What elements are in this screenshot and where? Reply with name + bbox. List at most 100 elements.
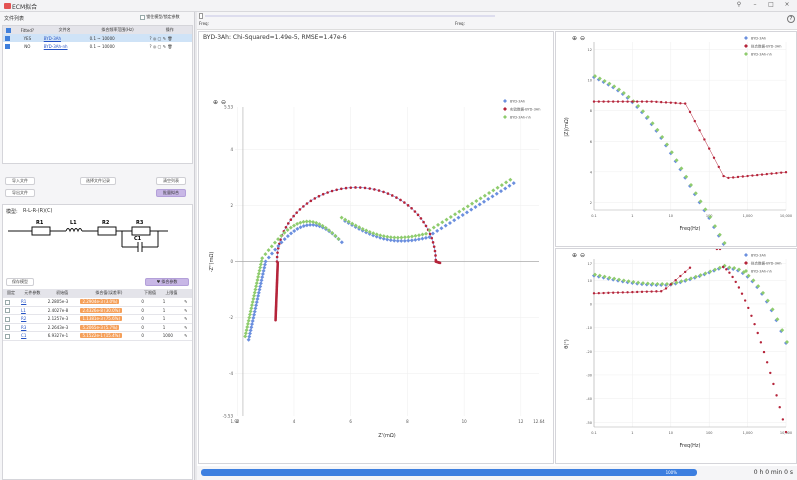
bode-phase-chart[interactable]: ⊕⊖0.11101001,00010,00017100-10-20-30-40-… bbox=[556, 249, 797, 465]
param-upper[interactable]: 1 bbox=[160, 323, 183, 332]
param-initial[interactable]: 6.9327e-1 bbox=[45, 331, 79, 341]
param-upper[interactable]: 1000 bbox=[160, 331, 183, 341]
param-initial[interactable]: 2.2805e-3 bbox=[45, 297, 79, 307]
param-lower[interactable]: 0 bbox=[139, 306, 161, 315]
zoom-in-icon[interactable]: ⊕ bbox=[572, 35, 577, 42]
copy-icon[interactable]: ▢ bbox=[158, 36, 162, 41]
series-point-byd-3ah-nh bbox=[243, 331, 248, 336]
fix-checkbox[interactable] bbox=[5, 325, 10, 330]
x-tick-label: 0.1 bbox=[591, 431, 597, 435]
range-slider-handle[interactable] bbox=[199, 13, 203, 19]
freq-max[interactable]: 10000 bbox=[102, 44, 115, 49]
edit-icon[interactable]: ✎ bbox=[182, 323, 192, 332]
param-name[interactable]: R1 bbox=[19, 297, 46, 307]
freq-min[interactable]: 0.1 bbox=[90, 36, 96, 41]
param-upper[interactable]: 1 bbox=[160, 306, 183, 315]
lock-option[interactable]: 锁住模型/锁定参数 bbox=[140, 14, 180, 20]
help-icon[interactable]: ? bbox=[149, 44, 151, 49]
param-lower[interactable]: 0 bbox=[139, 323, 161, 332]
file-name-link[interactable]: BYD-3Ah-nh bbox=[42, 42, 88, 50]
copy-icon[interactable]: ▢ bbox=[158, 44, 162, 49]
range-slider-track[interactable] bbox=[205, 15, 495, 17]
r3-resistor[interactable] bbox=[131, 226, 151, 236]
series-point-byd-3ah-nh bbox=[311, 219, 316, 224]
edit-icon[interactable]: ✎ bbox=[182, 306, 192, 315]
file-name-link[interactable]: BYD-3Ah bbox=[41, 34, 88, 42]
pin-icon[interactable]: ⚲ bbox=[734, 1, 744, 8]
param-initial[interactable]: 2.1257e-3 bbox=[45, 314, 79, 324]
edit-icon[interactable]: ✎ bbox=[182, 297, 192, 307]
param-initial[interactable]: 2.4027e-8 bbox=[45, 306, 79, 315]
fit-params-button[interactable]: ♥ 拟合参数 bbox=[145, 278, 189, 286]
file-checkbox[interactable] bbox=[5, 35, 10, 41]
param-lower[interactable]: 0 bbox=[139, 297, 161, 307]
param-lower[interactable]: 0 bbox=[139, 314, 161, 324]
param-lower[interactable]: 0 bbox=[139, 331, 161, 341]
series-point-byd-3ah-nh bbox=[255, 278, 260, 283]
zoom-in-icon[interactable]: ⊕ bbox=[213, 99, 218, 106]
fix-checkbox[interactable] bbox=[5, 316, 10, 322]
fix-checkbox[interactable] bbox=[5, 299, 10, 305]
delete-icon[interactable]: 🗑 bbox=[167, 36, 172, 41]
edit-icon[interactable]: ✎ bbox=[163, 36, 166, 41]
fitted-point bbox=[660, 290, 663, 293]
bode-magnitude-chart[interactable]: ⊕ ⊖0.1 1 10 100 1,000 10,00012108642Freq(Hz)|Z… bbox=[556, 32, 797, 248]
nyquist-chart[interactable]: ⊕ ⊖1.922 4 6 8 10 12 12.645.53420-2-4-5.53Z'(mΩ… bbox=[199, 32, 555, 465]
clear-list-button[interactable]: 清空列表 bbox=[156, 177, 186, 185]
param-initial[interactable]: 2.2643e-3 bbox=[45, 323, 79, 332]
freq-min[interactable]: 0.1 bbox=[90, 44, 96, 49]
param-name[interactable]: R2 bbox=[19, 314, 46, 324]
series-point-byd-3ah-nh bbox=[260, 256, 265, 261]
fitted-point bbox=[616, 100, 620, 103]
batch-fit-button[interactable]: 批量拟合 bbox=[156, 189, 186, 197]
maximize-button[interactable]: □ bbox=[766, 1, 776, 8]
edit-icon[interactable]: ✎ bbox=[163, 44, 166, 49]
l1-inductor[interactable] bbox=[65, 228, 83, 233]
freq-max[interactable]: 10000 bbox=[102, 36, 115, 41]
view-icon[interactable]: ◎ bbox=[153, 36, 157, 41]
minimize-button[interactable]: – bbox=[750, 1, 760, 8]
select-all-checkbox[interactable] bbox=[5, 27, 11, 33]
edit-icon[interactable]: ✎ bbox=[182, 314, 192, 324]
param-upper[interactable]: 1 bbox=[160, 314, 183, 324]
zoom-in-icon[interactable]: ⊕ bbox=[572, 252, 577, 259]
zoom-out-icon[interactable]: ⊖ bbox=[580, 252, 585, 259]
file-row[interactable]: YES BYD-3Ah 0.1 ~ 10000 ? ◎ ▢ ✎ 🗑 bbox=[3, 34, 192, 42]
r1-resistor[interactable] bbox=[31, 226, 51, 236]
file-row[interactable]: NO BYD-3Ah-nh 0.1 ~ 10000 ? ◎ ▢ ✎ 🗑 bbox=[3, 42, 192, 50]
param-name[interactable]: L1 bbox=[19, 306, 46, 315]
series-point-byd-3ah bbox=[295, 226, 300, 231]
r2-resistor[interactable] bbox=[97, 226, 117, 236]
col-element: 元件参数 bbox=[19, 289, 46, 298]
help-button[interactable]: ? bbox=[787, 15, 795, 23]
edit-icon[interactable]: ✎ bbox=[182, 331, 192, 341]
export-file-button[interactable]: 导出文件 bbox=[5, 189, 35, 197]
fix-checkbox[interactable] bbox=[5, 333, 10, 339]
select-history-button[interactable]: 选择文件记录 bbox=[80, 177, 116, 185]
view-icon[interactable]: ◎ bbox=[153, 44, 157, 49]
series-point-byd-3ah-nh bbox=[288, 225, 293, 230]
zoom-out-icon[interactable]: ⊖ bbox=[580, 35, 585, 42]
series-point-byd-3ah-nh bbox=[256, 271, 261, 276]
close-button[interactable]: × bbox=[782, 1, 792, 8]
series-point-byd-3ah bbox=[254, 300, 259, 305]
series-point-byd-3ah bbox=[430, 231, 435, 236]
param-row: C1 6.9327e-1 5.1522e-1 (15.4%) 0 1000 ✎ bbox=[3, 331, 192, 341]
delete-icon[interactable]: 🗑 bbox=[167, 44, 172, 49]
save-model-button[interactable]: 保存模型 bbox=[6, 278, 34, 286]
param-upper[interactable]: 1 bbox=[160, 297, 183, 307]
fix-checkbox[interactable] bbox=[5, 308, 10, 313]
series-point-byd-3ah-nh bbox=[378, 233, 383, 238]
series-point-byd-3ah bbox=[416, 237, 421, 242]
lock-checkbox[interactable] bbox=[140, 14, 145, 20]
series-point-byd-3ah-nh bbox=[247, 315, 252, 320]
fitted-point bbox=[703, 138, 706, 141]
import-file-button[interactable]: 导入文件 bbox=[5, 177, 35, 185]
model-formula[interactable]: R-L-R-(R)(C) bbox=[23, 208, 52, 214]
param-name[interactable]: C1 bbox=[19, 331, 46, 341]
help-icon[interactable]: ? bbox=[149, 36, 151, 41]
y-tick-label: -30 bbox=[586, 373, 592, 377]
file-checkbox[interactable] bbox=[5, 43, 10, 49]
param-name[interactable]: R3 bbox=[19, 323, 46, 332]
series-point-byd-3ah-nh bbox=[392, 235, 397, 240]
